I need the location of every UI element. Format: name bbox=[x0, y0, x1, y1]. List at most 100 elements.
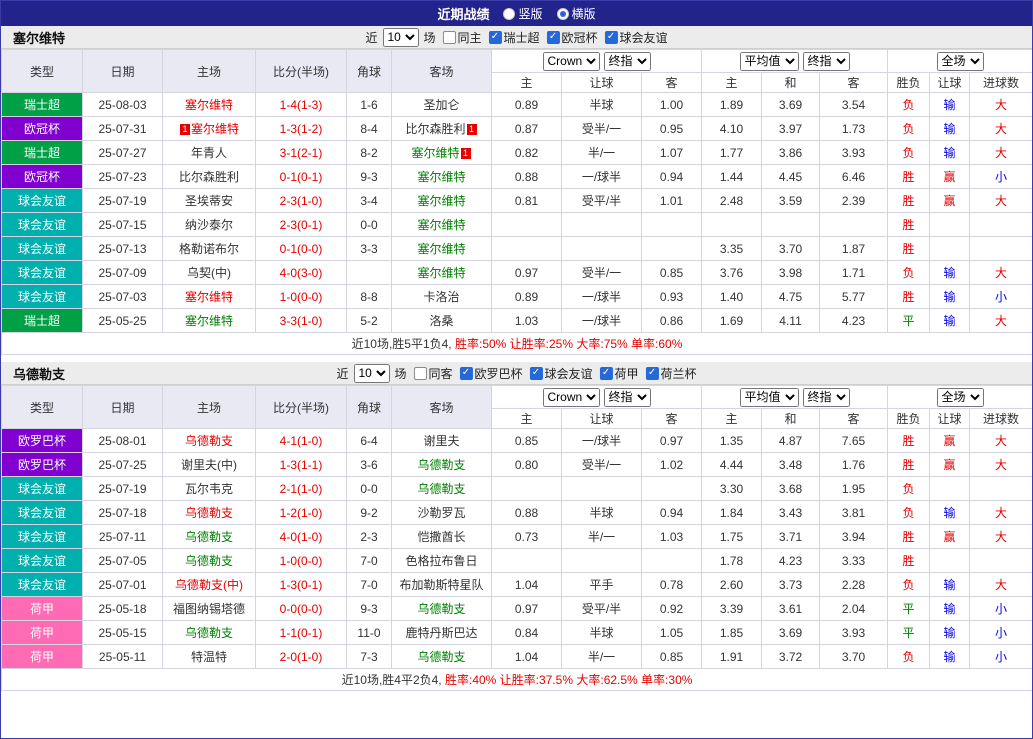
odds-source-select[interactable]: 终指 bbox=[802, 51, 850, 71]
team-name[interactable]: 塞尔维特 bbox=[185, 290, 233, 304]
col-header-home: 主场 bbox=[162, 49, 256, 93]
result-goals: 小 bbox=[969, 596, 1032, 621]
team-name[interactable]: 塞尔维特 bbox=[417, 266, 465, 280]
odds-source-select[interactable]: Crown bbox=[542, 51, 600, 71]
score-cell[interactable]: 4-0(1-0) bbox=[255, 524, 347, 549]
team-name[interactable]: 乌德勒支 bbox=[417, 602, 465, 616]
checkbox-label: 荷甲 bbox=[614, 366, 639, 381]
team-name[interactable]: 乌契(中) bbox=[187, 266, 231, 280]
score-cell[interactable]: 1-3(1-2) bbox=[255, 116, 347, 141]
team-name[interactable]: 纳沙泰尔 bbox=[185, 218, 233, 232]
team-name[interactable]: 塞尔维特 bbox=[417, 218, 465, 232]
team-name[interactable]: 乌德勒支 bbox=[417, 482, 465, 496]
match-row: 球会友谊 25-07-15 纳沙泰尔 2-3(0-1) 0-0 塞尔维特 胜 bbox=[1, 212, 1032, 237]
ah-away-odds: 1.03 bbox=[640, 524, 703, 549]
league-filter-checkbox[interactable]: ✓ 瑞士超 bbox=[488, 29, 540, 46]
match-count-select[interactable]: 10 bbox=[353, 363, 390, 383]
league-filter-checkbox[interactable]: ✓ 荷甲 bbox=[599, 365, 639, 382]
team-name[interactable]: 乌德勒支(中) bbox=[175, 578, 243, 592]
odds-source-select[interactable]: 平均值 bbox=[739, 51, 799, 71]
team-name[interactable]: 布加勒斯特星队 bbox=[399, 578, 483, 592]
league-filter-checkbox[interactable]: ✓ 球会友谊 bbox=[529, 365, 593, 382]
team-name[interactable]: 比尔森胜利 bbox=[179, 170, 239, 184]
layout-horizontal-radio[interactable]: 横版 bbox=[556, 5, 596, 22]
team-name[interactable]: 鹿特丹斯巴达 bbox=[405, 626, 477, 640]
score-cell[interactable]: 1-0(0-0) bbox=[255, 548, 347, 573]
score-cell[interactable]: 1-1(0-1) bbox=[255, 620, 347, 645]
team-name[interactable]: 瓦尔韦克 bbox=[185, 482, 233, 496]
match-date: 25-07-09 bbox=[82, 260, 163, 285]
odds-source-select[interactable]: 终指 bbox=[603, 51, 651, 71]
odds-source-select[interactable]: Crown bbox=[542, 387, 600, 407]
team-name[interactable]: 圣加仑 bbox=[423, 98, 459, 112]
team-name[interactable]: 圣埃蒂安 bbox=[185, 194, 233, 208]
score-cell[interactable]: 2-3(0-1) bbox=[255, 212, 347, 237]
team-name[interactable]: 乌德勒支 bbox=[417, 650, 465, 664]
score-cell[interactable]: 2-0(1-0) bbox=[255, 644, 347, 669]
league-badge: 欧罗巴杯 bbox=[1, 428, 83, 453]
team-name[interactable]: 特温特 bbox=[191, 650, 227, 664]
score-cell[interactable]: 1-2(1-0) bbox=[255, 500, 347, 525]
team-name[interactable]: 谢里夫 bbox=[423, 434, 459, 448]
score-cell[interactable]: 1-3(0-1) bbox=[255, 572, 347, 597]
team-name[interactable]: 恺撒酋长 bbox=[417, 530, 465, 544]
score-cell[interactable]: 1-0(0-0) bbox=[255, 284, 347, 309]
avg-home-odds: 3.35 bbox=[701, 236, 763, 261]
score-cell[interactable]: 2-3(1-0) bbox=[255, 188, 347, 213]
col-header-away: 客场 bbox=[391, 49, 492, 93]
team-name[interactable]: 乌德勒支 bbox=[185, 434, 233, 448]
team-name[interactable]: 塞尔维特 bbox=[191, 122, 239, 136]
team-name[interactable]: 卡洛治 bbox=[423, 290, 459, 304]
league-badge: 球会友谊 bbox=[1, 236, 83, 261]
league-filter-checkbox[interactable]: ✓ 球会友谊 bbox=[604, 29, 668, 46]
result-handicap: 输 bbox=[929, 92, 971, 117]
team-name[interactable]: 乌德勒支 bbox=[185, 530, 233, 544]
odds-source-select[interactable]: 平均值 bbox=[739, 387, 799, 407]
team-name[interactable]: 洛桑 bbox=[429, 314, 453, 328]
result-handicap: 输 bbox=[929, 308, 971, 333]
score-cell[interactable]: 2-1(1-0) bbox=[255, 476, 347, 501]
team-name[interactable]: 塞尔维特 bbox=[417, 170, 465, 184]
score-cell[interactable]: 1-3(1-1) bbox=[255, 452, 347, 477]
league-filter-checkbox[interactable]: ✓ 欧罗巴杯 bbox=[459, 365, 523, 382]
team-name[interactable]: 塞尔维特 bbox=[411, 146, 459, 160]
team-name[interactable]: 塞尔维特 bbox=[185, 98, 233, 112]
score-cell[interactable]: 4-0(3-0) bbox=[255, 260, 347, 285]
score-cell[interactable]: 0-1(0-0) bbox=[255, 236, 347, 261]
team-name[interactable]: 乌德勒支 bbox=[185, 626, 233, 640]
team-name[interactable]: 乌德勒支 bbox=[185, 506, 233, 520]
score-cell[interactable]: 4-1(1-0) bbox=[255, 428, 347, 453]
odds-source-select[interactable]: 全场 bbox=[936, 387, 984, 407]
team-name[interactable]: 格勒诺布尔 bbox=[179, 242, 239, 256]
score-cell[interactable]: 3-3(1-0) bbox=[255, 308, 347, 333]
same-venue-checkbox[interactable]: 同客 bbox=[413, 365, 452, 382]
same-venue-checkbox[interactable]: 同主 bbox=[442, 29, 482, 46]
result-handicap bbox=[929, 476, 971, 501]
team-name[interactable]: 塞尔维特 bbox=[185, 314, 233, 328]
score-cell[interactable]: 1-4(1-3) bbox=[255, 92, 347, 117]
ah-home-odds bbox=[491, 548, 562, 573]
layout-vertical-radio[interactable]: 竖版 bbox=[503, 5, 543, 22]
team-name[interactable]: 乌德勒支 bbox=[185, 554, 233, 568]
score-cell[interactable]: 3-1(2-1) bbox=[255, 140, 347, 165]
team-name[interactable]: 福图纳锡塔德 bbox=[173, 602, 245, 616]
ah-away-odds: 0.92 bbox=[640, 596, 703, 621]
team-name[interactable]: 塞尔维特 bbox=[417, 242, 465, 256]
team-name[interactable]: 年青人 bbox=[191, 146, 227, 160]
team-name[interactable]: 塞尔维特 bbox=[417, 194, 465, 208]
team-name[interactable]: 沙勒罗瓦 bbox=[417, 506, 465, 520]
odds-source-select[interactable]: 终指 bbox=[802, 387, 850, 407]
team-name[interactable]: 乌德勒支 bbox=[417, 458, 465, 472]
match-count-select[interactable]: 10 bbox=[382, 27, 419, 47]
odds-source-select[interactable]: 全场 bbox=[936, 51, 984, 71]
score-cell[interactable]: 0-0(0-0) bbox=[255, 596, 347, 621]
league-filter-checkbox[interactable]: ✓ 荷兰杯 bbox=[645, 365, 697, 382]
avg-home-odds: 1.69 bbox=[701, 308, 763, 333]
score-cell[interactable]: 0-1(0-1) bbox=[255, 164, 347, 189]
league-filter-checkbox[interactable]: ✓ 欧冠杯 bbox=[546, 29, 598, 46]
team-name[interactable]: 色格拉布鲁日 bbox=[405, 554, 477, 568]
avg-draw-odds: 3.68 bbox=[761, 476, 821, 501]
odds-source-select[interactable]: 终指 bbox=[603, 387, 651, 407]
team-name[interactable]: 比尔森胜利 bbox=[405, 122, 465, 136]
team-name[interactable]: 谢里夫(中) bbox=[181, 458, 237, 472]
